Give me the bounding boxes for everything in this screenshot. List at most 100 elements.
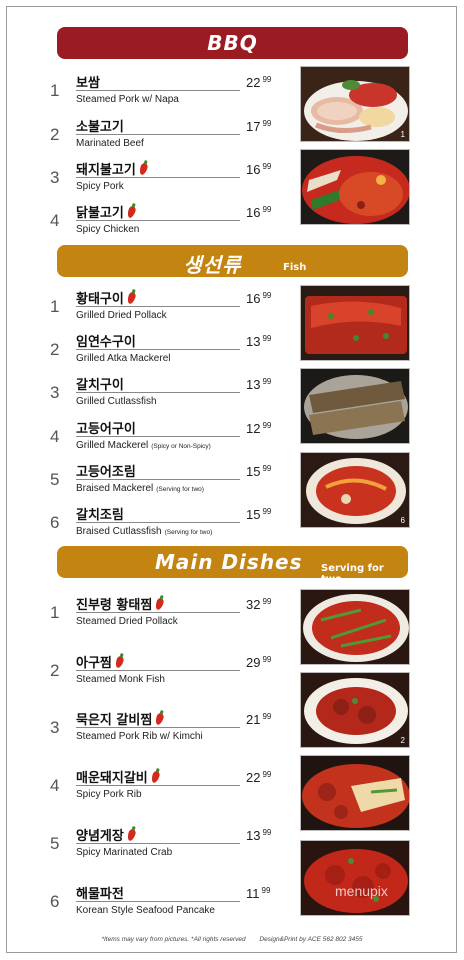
item-price: 15 99 xyxy=(246,464,271,479)
item-korean-name: 황태구이 xyxy=(76,288,137,307)
item-price: 13 99 xyxy=(246,828,271,843)
item-price: 32 99 xyxy=(246,597,271,612)
item-number: 5 xyxy=(50,834,60,853)
item-korean-text: 돼지불고기 xyxy=(76,163,136,178)
watermark: menupix xyxy=(335,883,388,899)
item-number: 2 xyxy=(50,125,60,144)
item-english-name: Grilled Cutlassfish xyxy=(76,396,157,407)
menu-item: 3 묵은지 갈비찜 Steamed Pork Rib w/ Kimchi 21 99 xyxy=(50,709,280,749)
item-underline xyxy=(76,220,240,221)
item-korean-text: 매운돼지갈비 xyxy=(76,771,148,786)
price-dollars: 13 xyxy=(246,828,261,843)
item-korean-name: 진부령 황태찜 xyxy=(76,594,165,613)
item-korean-name: 갈치조림 xyxy=(76,504,124,523)
item-number: 4 xyxy=(50,776,60,795)
menu-item: 2 아구찜 Steamed Monk Fish 29 99 xyxy=(50,652,280,692)
item-price: 17 99 xyxy=(246,119,271,134)
item-underline xyxy=(76,479,240,480)
item-english-name: Spicy Pork xyxy=(76,181,124,192)
photo-tag: 2 xyxy=(400,736,405,745)
item-korean-name: 고등어구이 xyxy=(76,418,136,437)
item-number: 2 xyxy=(50,661,60,680)
item-underline xyxy=(76,436,240,437)
price-cents: 99 xyxy=(262,205,272,214)
item-korean-name: 고등어조림 xyxy=(76,461,136,480)
price-cents: 99 xyxy=(262,291,272,300)
item-underline xyxy=(76,843,240,844)
item-english-name: Spicy Chicken xyxy=(76,224,139,235)
item-number: 2 xyxy=(50,340,60,359)
price-dollars: 16 xyxy=(246,162,261,177)
item-english-text: Grilled Cutlassfish xyxy=(76,396,157,407)
menu-item: 4 매운돼지갈비 Spicy Pork Rib 22 99 xyxy=(50,767,280,807)
spicy-pepper-icon xyxy=(126,205,137,219)
item-english-name: Spicy Pork Rib xyxy=(76,789,142,800)
price-dollars: 17 xyxy=(246,119,261,134)
item-korean-name: 소불고기 xyxy=(76,116,124,135)
item-english-text: Steamed Dried Pollack xyxy=(76,616,178,627)
item-number: 1 xyxy=(50,297,60,316)
item-english-name: Korean Style Seafood Pancake xyxy=(76,905,215,916)
item-english-text: Grilled Atka Mackerel xyxy=(76,353,171,364)
item-price: 12 99 xyxy=(246,421,271,436)
item-english-name: Steamed Pork w/ Napa xyxy=(76,94,179,105)
price-dollars: 22 xyxy=(246,770,261,785)
price-dollars: 15 xyxy=(246,507,261,522)
item-english-text: Steamed Pork Rib w/ Kimchi xyxy=(76,731,203,742)
price-cents: 99 xyxy=(262,464,272,473)
item-english-name: Spicy Marinated Crab xyxy=(76,847,172,858)
menu-item: 5 고등어조림 Braised Mackerel (Serving for two) 1… xyxy=(50,461,280,501)
item-english-name: Steamed Monk Fish xyxy=(76,674,165,685)
fish-title: 생선류 xyxy=(183,253,242,277)
menu-item: 6 갈치조림 Braised Cutlassfish (Serving for two… xyxy=(50,504,280,544)
spicy-pepper-icon xyxy=(150,770,161,784)
price-cents: 99 xyxy=(262,334,272,343)
fish-banner: 생선류 Fish xyxy=(57,245,408,277)
item-underline xyxy=(76,306,240,307)
bbq-photo-spicy-pork xyxy=(300,149,410,225)
main-photo-spicy-rib xyxy=(300,755,410,831)
item-underline xyxy=(76,612,240,613)
item-korean-name: 해물파전 xyxy=(76,883,124,902)
spicy-pepper-icon xyxy=(126,828,137,842)
menu-item: 1 진부령 황태찜 Steamed Dried Pollack 32 99 xyxy=(50,594,280,634)
fish-subtitle: Fish xyxy=(283,262,307,273)
item-underline xyxy=(76,349,240,350)
item-number: 1 xyxy=(50,81,60,100)
photo-tag: 6 xyxy=(400,516,405,525)
price-dollars: 13 xyxy=(246,377,261,392)
item-korean-text: 임연수구이 xyxy=(76,335,136,350)
item-number: 4 xyxy=(50,427,60,446)
menu-item: 3 갈치구이 Grilled Cutlassfish 13 99 xyxy=(50,374,280,414)
price-cents: 99 xyxy=(262,712,272,721)
price-cents: 99 xyxy=(261,886,271,895)
main-subtitle: Serving for two xyxy=(321,563,384,585)
price-cents: 99 xyxy=(262,597,272,606)
item-english-name: Braised Mackerel (Serving for two) xyxy=(76,483,204,494)
price-dollars: 21 xyxy=(246,712,261,727)
price-dollars: 11 xyxy=(246,886,260,901)
item-price: 13 99 xyxy=(246,334,271,349)
item-english-text: Steamed Monk Fish xyxy=(76,674,165,685)
item-english-text: Korean Style Seafood Pancake xyxy=(76,905,215,916)
price-dollars: 15 xyxy=(246,464,261,479)
menu-item: 6 해물파전 Korean Style Seafood Pancake 11 99 xyxy=(50,883,280,923)
footer: *Items may vary from pictures. *All righ… xyxy=(0,936,464,943)
item-price: 11 99 xyxy=(246,886,270,901)
menu-item: 1 황태구이 Grilled Dried Pollack 16 99 xyxy=(50,288,280,328)
main-banner: Main Dishes Serving for two xyxy=(57,546,408,585)
item-english-text: Spicy Marinated Crab xyxy=(76,847,173,858)
item-underline xyxy=(76,392,240,393)
menu-item: 5 양념게장 Spicy Marinated Crab 13 99 xyxy=(50,825,280,865)
item-underline xyxy=(76,727,240,728)
item-korean-text: 해물파전 xyxy=(76,887,124,902)
item-english-text: Spicy Chicken xyxy=(76,224,140,235)
spicy-pepper-icon xyxy=(154,597,165,611)
menu-item: 2 임연수구이 Grilled Atka Mackerel 13 99 xyxy=(50,331,280,371)
item-english-text: Steamed Pork w/ Napa xyxy=(76,94,179,105)
menu-item: 3 돼지불고기 Spicy Pork 16 99 xyxy=(50,159,280,199)
bbq-banner: BBQ xyxy=(57,27,408,59)
bbq-photo-bossam: 1 xyxy=(300,66,410,142)
item-korean-name: 돼지불고기 xyxy=(76,159,149,178)
item-note: (Spicy or Non-Spicy) xyxy=(151,443,211,450)
